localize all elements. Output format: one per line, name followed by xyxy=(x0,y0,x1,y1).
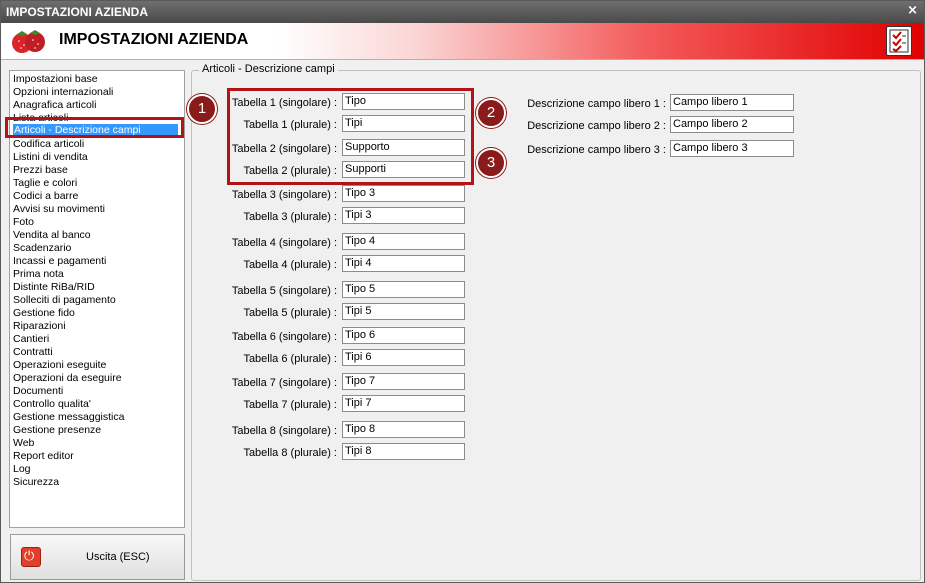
table-label: Tabella 6 (singolare) : xyxy=(231,331,337,343)
table-3-plural-input[interactable]: Tipi 3 xyxy=(342,207,465,224)
settings-window: IMPOSTAZIONI AZIENDA × IMPOSTAZIONI AZIE… xyxy=(0,0,925,583)
table-label: Tabella 4 (singolare) : xyxy=(231,237,337,249)
sidebar-item[interactable]: Codici a barre xyxy=(13,190,78,203)
exit-button-label: Uscita (ESC) xyxy=(86,551,150,563)
sidebar-item[interactable]: Foto xyxy=(13,216,34,229)
sidebar-item[interactable]: Riparazioni xyxy=(13,320,66,333)
table-4-plural-input[interactable]: Tipi 4 xyxy=(342,255,465,272)
free-field-label: Descrizione campo libero 3 : xyxy=(527,144,666,156)
table-5-singular-input[interactable]: Tipo 5 xyxy=(342,281,465,298)
sidebar-item[interactable]: Anagrafica articoli xyxy=(13,99,96,112)
highlight-frame xyxy=(227,88,474,185)
free-field-label: Descrizione campo libero 1 : xyxy=(527,98,666,110)
callout-badge-1: 1 xyxy=(187,94,217,124)
callout-badge-3: 3 xyxy=(476,148,506,178)
sidebar-item[interactable]: Gestione fido xyxy=(13,307,75,320)
selection-highlight-frame xyxy=(5,117,184,138)
free-field-1-input[interactable]: Campo libero 1 xyxy=(670,94,794,111)
sidebar-item[interactable]: Gestione presenze xyxy=(13,424,101,437)
table-label: Tabella 3 (singolare) : xyxy=(231,189,337,201)
free-field-3-input[interactable]: Campo libero 3 xyxy=(670,140,794,157)
header-banner: IMPOSTAZIONI AZIENDA xyxy=(1,23,924,60)
sidebar-item[interactable]: Opzioni internazionali xyxy=(13,86,113,99)
sidebar-item[interactable]: Avvisi su movimenti xyxy=(13,203,105,216)
sidebar-item[interactable]: Sicurezza xyxy=(13,476,59,489)
sidebar-item[interactable]: Operazioni da eseguire xyxy=(13,372,122,385)
sidebar-item[interactable]: Solleciti di pagamento xyxy=(13,294,116,307)
table-label: Tabella 5 (plurale) : xyxy=(243,307,337,319)
free-field-2-input[interactable]: Campo libero 2 xyxy=(670,116,794,133)
close-icon[interactable]: × xyxy=(907,3,918,18)
table-4-singular-input[interactable]: Tipo 4 xyxy=(342,233,465,250)
sidebar-item[interactable]: Controllo qualita' xyxy=(13,398,91,411)
title-bar: IMPOSTAZIONI AZIENDA × xyxy=(1,1,924,23)
table-label: Tabella 7 (plurale) : xyxy=(243,399,337,411)
table-7-singular-input[interactable]: Tipo 7 xyxy=(342,373,465,390)
sidebar-item[interactable]: Vendita al banco xyxy=(13,229,91,242)
table-label: Tabella 8 (singolare) : xyxy=(231,425,337,437)
table-label: Tabella 4 (plurale) : xyxy=(243,259,337,271)
table-label: Tabella 6 (plurale) : xyxy=(243,353,337,365)
exit-button[interactable]: Uscita (ESC) xyxy=(10,534,185,580)
window-title: IMPOSTAZIONI AZIENDA xyxy=(6,5,148,19)
sidebar-item[interactable]: Log xyxy=(13,463,31,476)
sidebar-item[interactable]: Scadenzario xyxy=(13,242,71,255)
sidebar-item[interactable]: Prima nota xyxy=(13,268,64,281)
settings-nav-list[interactable]: Impostazioni base Opzioni internazionali… xyxy=(9,70,185,528)
sidebar-item[interactable]: Web xyxy=(13,437,34,450)
sidebar-item[interactable]: Contratti xyxy=(13,346,53,359)
table-7-plural-input[interactable]: Tipi 7 xyxy=(342,395,465,412)
sidebar-item[interactable]: Operazioni eseguite xyxy=(13,359,106,372)
table-8-singular-input[interactable]: Tipo 8 xyxy=(342,421,465,438)
table-6-plural-input[interactable]: Tipi 6 xyxy=(342,349,465,366)
table-label: Tabella 8 (plurale) : xyxy=(243,447,337,459)
sidebar-item[interactable]: Listini di vendita xyxy=(13,151,88,164)
table-label: Tabella 3 (plurale) : xyxy=(243,211,337,223)
sidebar-item[interactable]: Impostazioni base xyxy=(13,73,98,86)
sidebar-item[interactable]: Cantieri xyxy=(13,333,49,346)
table-8-plural-input[interactable]: Tipi 8 xyxy=(342,443,465,460)
sidebar-item[interactable]: Codifica articoli xyxy=(13,138,84,151)
free-field-label: Descrizione campo libero 2 : xyxy=(527,120,666,132)
checklist-icon[interactable] xyxy=(886,26,912,56)
strawberry-logo xyxy=(12,30,45,53)
sidebar-item[interactable]: Report editor xyxy=(13,450,74,463)
table-6-singular-input[interactable]: Tipo 6 xyxy=(342,327,465,344)
group-title: Articoli - Descrizione campi xyxy=(199,63,338,75)
sidebar-item[interactable]: Distinte RiBa/RID xyxy=(13,281,95,294)
sidebar-item[interactable]: Taglie e colori xyxy=(13,177,77,190)
page-title: IMPOSTAZIONI AZIENDA xyxy=(59,31,249,48)
table-5-plural-input[interactable]: Tipi 5 xyxy=(342,303,465,320)
table-3-singular-input[interactable]: Tipo 3 xyxy=(342,185,465,202)
sidebar-item[interactable]: Documenti xyxy=(13,385,63,398)
callout-badge-2: 2 xyxy=(476,98,506,128)
table-label: Tabella 5 (singolare) : xyxy=(231,285,337,297)
sidebar-item[interactable]: Prezzi base xyxy=(13,164,68,177)
sidebar-item[interactable]: Gestione messaggistica xyxy=(13,411,124,424)
power-icon xyxy=(21,547,41,567)
table-label: Tabella 7 (singolare) : xyxy=(231,377,337,389)
sidebar-item[interactable]: Incassi e pagamenti xyxy=(13,255,106,268)
